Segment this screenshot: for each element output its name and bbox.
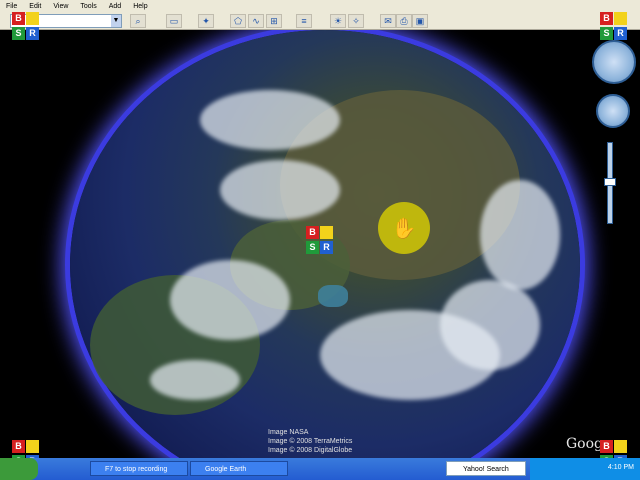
image-overlay-icon[interactable]: ⊞ [266,14,282,28]
y-badge[interactable] [26,12,39,25]
sidebar-toggle-icon[interactable]: ▭ [166,14,182,28]
placemark-icon[interactable]: ✦ [198,14,214,28]
cloud [480,180,560,290]
yahoo-search-input[interactable]: Yahoo! Search [446,461,526,476]
menu-edit[interactable]: Edit [23,3,47,10]
menu-tools[interactable]: Tools [74,3,102,10]
credit-line: Image © 2008 TerraMetrics [268,438,353,445]
r-badge[interactable]: R [320,240,333,254]
map-view[interactable]: ✋ B S R Image NASA Image © 2008 TerraMet… [0,30,640,458]
y-badge[interactable] [614,440,627,453]
zoom-slider-handle[interactable] [604,178,616,186]
bsr-top-right[interactable]: B S R [600,12,628,40]
clock: 4:10 PM [607,464,634,471]
b-badge[interactable]: B [600,440,613,453]
cloud [220,160,340,220]
menu-file[interactable]: File [0,3,23,10]
cloud [200,90,340,150]
b-badge[interactable]: B [12,440,25,453]
cloud [150,360,240,400]
email-icon[interactable]: ✉ [380,14,396,28]
google-watermark: Goog [566,436,604,452]
s-badge[interactable]: S [600,26,613,40]
b-badge[interactable]: B [306,226,319,239]
s-badge[interactable]: S [306,240,319,254]
credit-line: Image NASA [268,429,309,436]
imagery-credits: Image NASA Image © 2008 TerraMetrics Ima… [268,428,352,455]
bsr-overlay[interactable]: B S R [306,226,334,254]
start-button[interactable] [0,458,38,480]
ruler-icon[interactable]: ≡ [296,14,312,28]
google-maps-icon[interactable]: ▣ [412,14,428,28]
menu-add[interactable]: Add [103,3,127,10]
system-tray: 4:10 PM [530,458,640,480]
sunlight-icon[interactable]: ☀ [330,14,346,28]
y-badge[interactable] [26,440,39,453]
taskbar-item-recording[interactable]: F7 to stop recording [90,461,188,476]
b-badge[interactable]: B [12,12,25,25]
menu-bar: File Edit View Tools Add Help [0,0,640,12]
cloud [170,260,290,340]
bsr-top-left[interactable]: B S R [12,12,40,40]
lake [318,285,348,307]
menu-help[interactable]: Help [127,3,153,10]
sky-icon[interactable]: ✧ [348,14,364,28]
taskbar-item-google-earth[interactable]: Google Earth [190,461,288,476]
look-navigation-control[interactable] [592,40,636,84]
polygon-icon[interactable]: ⬠ [230,14,246,28]
menu-view[interactable]: View [47,3,74,10]
search-icon[interactable]: ⌕ [130,14,146,28]
hand-cursor-icon: ✋ [378,202,430,254]
s-badge[interactable]: S [12,26,25,40]
r-badge[interactable]: R [26,26,39,40]
taskbar: F7 to stop recording Google Earth Yahoo!… [0,458,640,480]
cloud [440,280,540,370]
r-badge[interactable]: R [614,26,627,40]
y-badge[interactable] [320,226,333,239]
y-badge[interactable] [614,12,627,25]
move-navigation-control[interactable] [596,94,630,128]
b-badge[interactable]: B [600,12,613,25]
path-icon[interactable]: ∿ [248,14,264,28]
credit-line: Image © 2008 DigitalGlobe [268,447,353,454]
print-icon[interactable]: ⎙ [396,14,412,28]
toolbar: ▼ ⌕ ▭ ✦ ⬠ ∿ ⊞ ≡ ☀ ✧ ✉ ⎙ ▣ [0,12,640,30]
chevron-down-icon[interactable]: ▼ [111,15,121,27]
